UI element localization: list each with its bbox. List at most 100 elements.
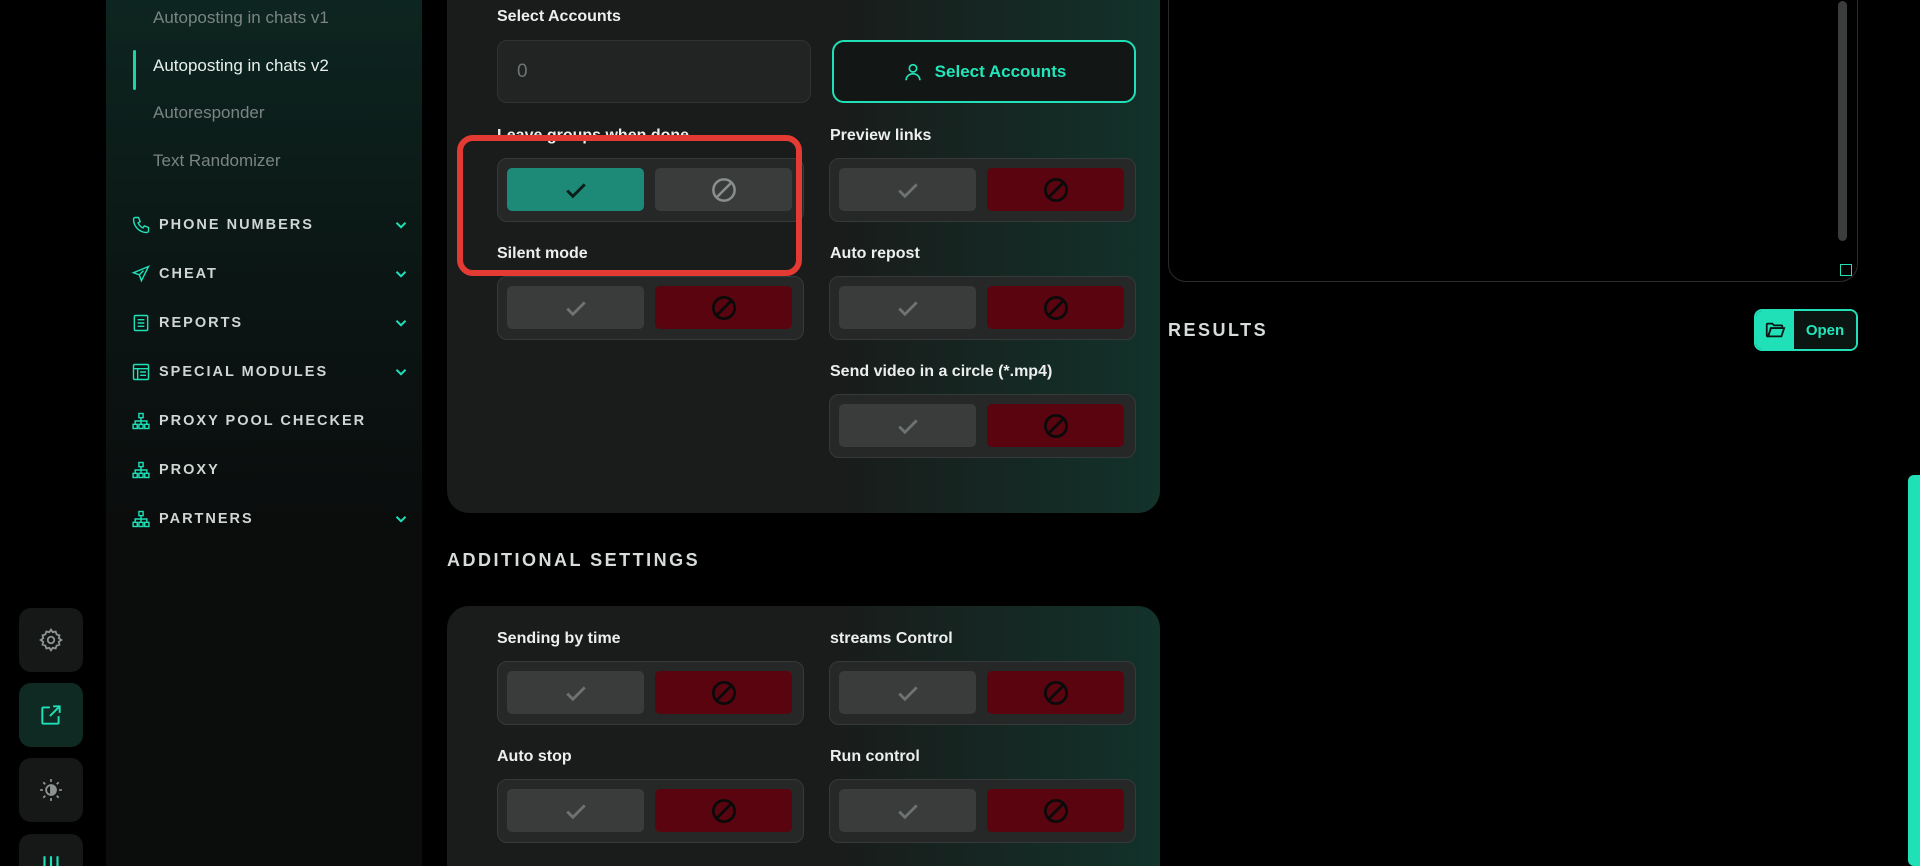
chevron-down-icon — [395, 516, 407, 523]
check-icon — [565, 685, 586, 701]
sidebar-item-proxy[interactable]: PROXY — [130, 456, 410, 484]
log-textarea[interactable] — [1168, 0, 1858, 282]
network-icon — [130, 410, 152, 432]
sidebar-item-phone-numbers[interactable]: PHONE NUMBERS — [130, 211, 410, 239]
additional-settings-title: ADDITIONAL SETTINGS — [447, 550, 701, 570]
auto-stop-no-button[interactable] — [655, 789, 792, 832]
preview-links-no-button[interactable] — [987, 168, 1124, 211]
run-control-toggle — [829, 779, 1136, 843]
sidebar-item-special-modules[interactable]: SPECIAL MODULES — [130, 358, 410, 386]
auto-stop-toggle — [497, 779, 804, 843]
sidebar-item-label: PROXY POOL CHECKER — [159, 413, 367, 429]
check-icon — [897, 685, 918, 701]
ban-icon — [711, 680, 736, 705]
resize-handle[interactable] — [1840, 264, 1852, 276]
preview-links-label: Preview links — [830, 127, 932, 144]
log-scrollbar[interactable] — [1838, 1, 1847, 241]
silent-mode-yes-button[interactable] — [507, 286, 644, 329]
send-video-circle-no-button[interactable] — [987, 404, 1124, 447]
sending-by-time-no-button[interactable] — [655, 671, 792, 714]
accounts-count-input[interactable]: 0 — [497, 40, 811, 103]
auto-repost-toggle — [829, 276, 1136, 340]
sending-by-time-label: Sending by time — [497, 630, 621, 647]
network-icon — [130, 459, 152, 481]
page-scrollbar[interactable] — [1908, 475, 1920, 866]
sending-by-time-toggle — [497, 661, 804, 725]
open-button-label: Open — [1794, 311, 1856, 349]
sidebar-sub-item-text-randomizer[interactable]: Text Randomizer — [153, 149, 281, 173]
sending-by-time-yes-button[interactable] — [507, 671, 644, 714]
modules-icon — [130, 361, 152, 383]
sidebar-item-partners[interactable]: PARTNERS — [130, 505, 410, 533]
sidebar-item-label: CHEAT — [159, 266, 218, 282]
sidebar-item-label: PARTNERS — [159, 511, 254, 527]
chevron-down-icon — [395, 320, 407, 327]
folder-icon — [1756, 311, 1794, 349]
auto-repost-label: Auto repost — [830, 245, 920, 262]
phone-icon — [130, 214, 152, 236]
auto-stop-yes-button[interactable] — [507, 789, 644, 832]
sidebar-item-proxy-pool-checker[interactable]: PROXY POOL CHECKER — [130, 407, 410, 435]
run-control-yes-button[interactable] — [839, 789, 976, 832]
check-icon — [897, 418, 918, 434]
check-icon — [897, 300, 918, 316]
send-video-circle-toggle — [829, 394, 1136, 458]
icon-rail — [0, 0, 106, 866]
run-control-no-button[interactable] — [987, 789, 1124, 832]
auto-repost-yes-button[interactable] — [839, 286, 976, 329]
sidebar-item-label: SPECIAL MODULES — [159, 364, 329, 380]
chevron-down-icon — [395, 369, 407, 376]
sidebar-item-reports[interactable]: REPORTS — [130, 309, 410, 337]
select-accounts-button[interactable]: Select Accounts — [832, 40, 1136, 103]
streams-control-yes-button[interactable] — [839, 671, 976, 714]
send-icon — [130, 263, 152, 285]
chevron-down-icon — [395, 271, 407, 278]
theme-rail-button[interactable] — [19, 758, 83, 822]
sidebar-item-label: PHONE NUMBERS — [159, 217, 314, 233]
send-video-circle-yes-button[interactable] — [839, 404, 976, 447]
sidebar-item-label: PROXY — [159, 462, 220, 478]
sliders-icon — [43, 856, 59, 866]
network-icon — [130, 508, 152, 530]
app-window: Autoposting in chats v1 Autoposting in c… — [0, 0, 1920, 866]
sliders-rail-button[interactable] — [19, 834, 83, 866]
ban-icon — [1043, 295, 1068, 320]
theme-icon — [40, 779, 62, 801]
check-icon — [897, 182, 918, 198]
gear-icon — [39, 628, 63, 652]
sidebar-item-cheat[interactable]: CHEAT — [130, 260, 410, 288]
ban-icon — [711, 798, 736, 823]
auto-repost-no-button[interactable] — [987, 286, 1124, 329]
select-accounts-label: Select Accounts — [497, 8, 621, 25]
open-results-button[interactable]: Open — [1754, 309, 1858, 351]
streams-control-no-button[interactable] — [987, 671, 1124, 714]
select-accounts-button-label: Select Accounts — [934, 61, 1067, 81]
additional-settings-card: Sending by time streams Control Auto sto… — [447, 606, 1160, 866]
ban-icon — [1043, 177, 1068, 202]
sidebar-sub-item-autoposting-v1[interactable]: Autoposting in chats v1 — [153, 6, 329, 30]
active-indicator — [133, 50, 136, 90]
send-video-circle-label: Send video in a circle (*.mp4) — [830, 363, 1053, 380]
sidebar-item-label: REPORTS — [159, 315, 244, 331]
sidebar: Autoposting in chats v1 Autoposting in c… — [106, 0, 422, 866]
run-control-label: Run control — [830, 748, 920, 765]
streams-control-label: streams Control — [830, 630, 953, 647]
preview-links-toggle — [829, 158, 1136, 222]
external-link-icon — [41, 705, 61, 725]
external-rail-button[interactable] — [19, 683, 83, 747]
silent-mode-no-button[interactable] — [655, 286, 792, 329]
settings-rail-button[interactable] — [19, 608, 83, 672]
chevron-down-icon — [395, 222, 407, 229]
check-icon — [565, 803, 586, 819]
sidebar-sub-item-autoposting-v2[interactable]: Autoposting in chats v2 — [153, 54, 329, 78]
ban-icon — [711, 295, 736, 320]
ban-icon — [1043, 798, 1068, 823]
results-title: RESULTS — [1168, 320, 1269, 340]
main-content: Select Accounts 0 Select Accounts Leave … — [422, 0, 1920, 866]
ban-icon — [1043, 680, 1068, 705]
preview-links-yes-button[interactable] — [839, 168, 976, 211]
auto-stop-label: Auto stop — [497, 748, 572, 765]
sidebar-sub-item-autoresponder[interactable]: Autoresponder — [153, 101, 265, 125]
list-icon — [130, 312, 152, 334]
check-icon — [565, 300, 586, 316]
